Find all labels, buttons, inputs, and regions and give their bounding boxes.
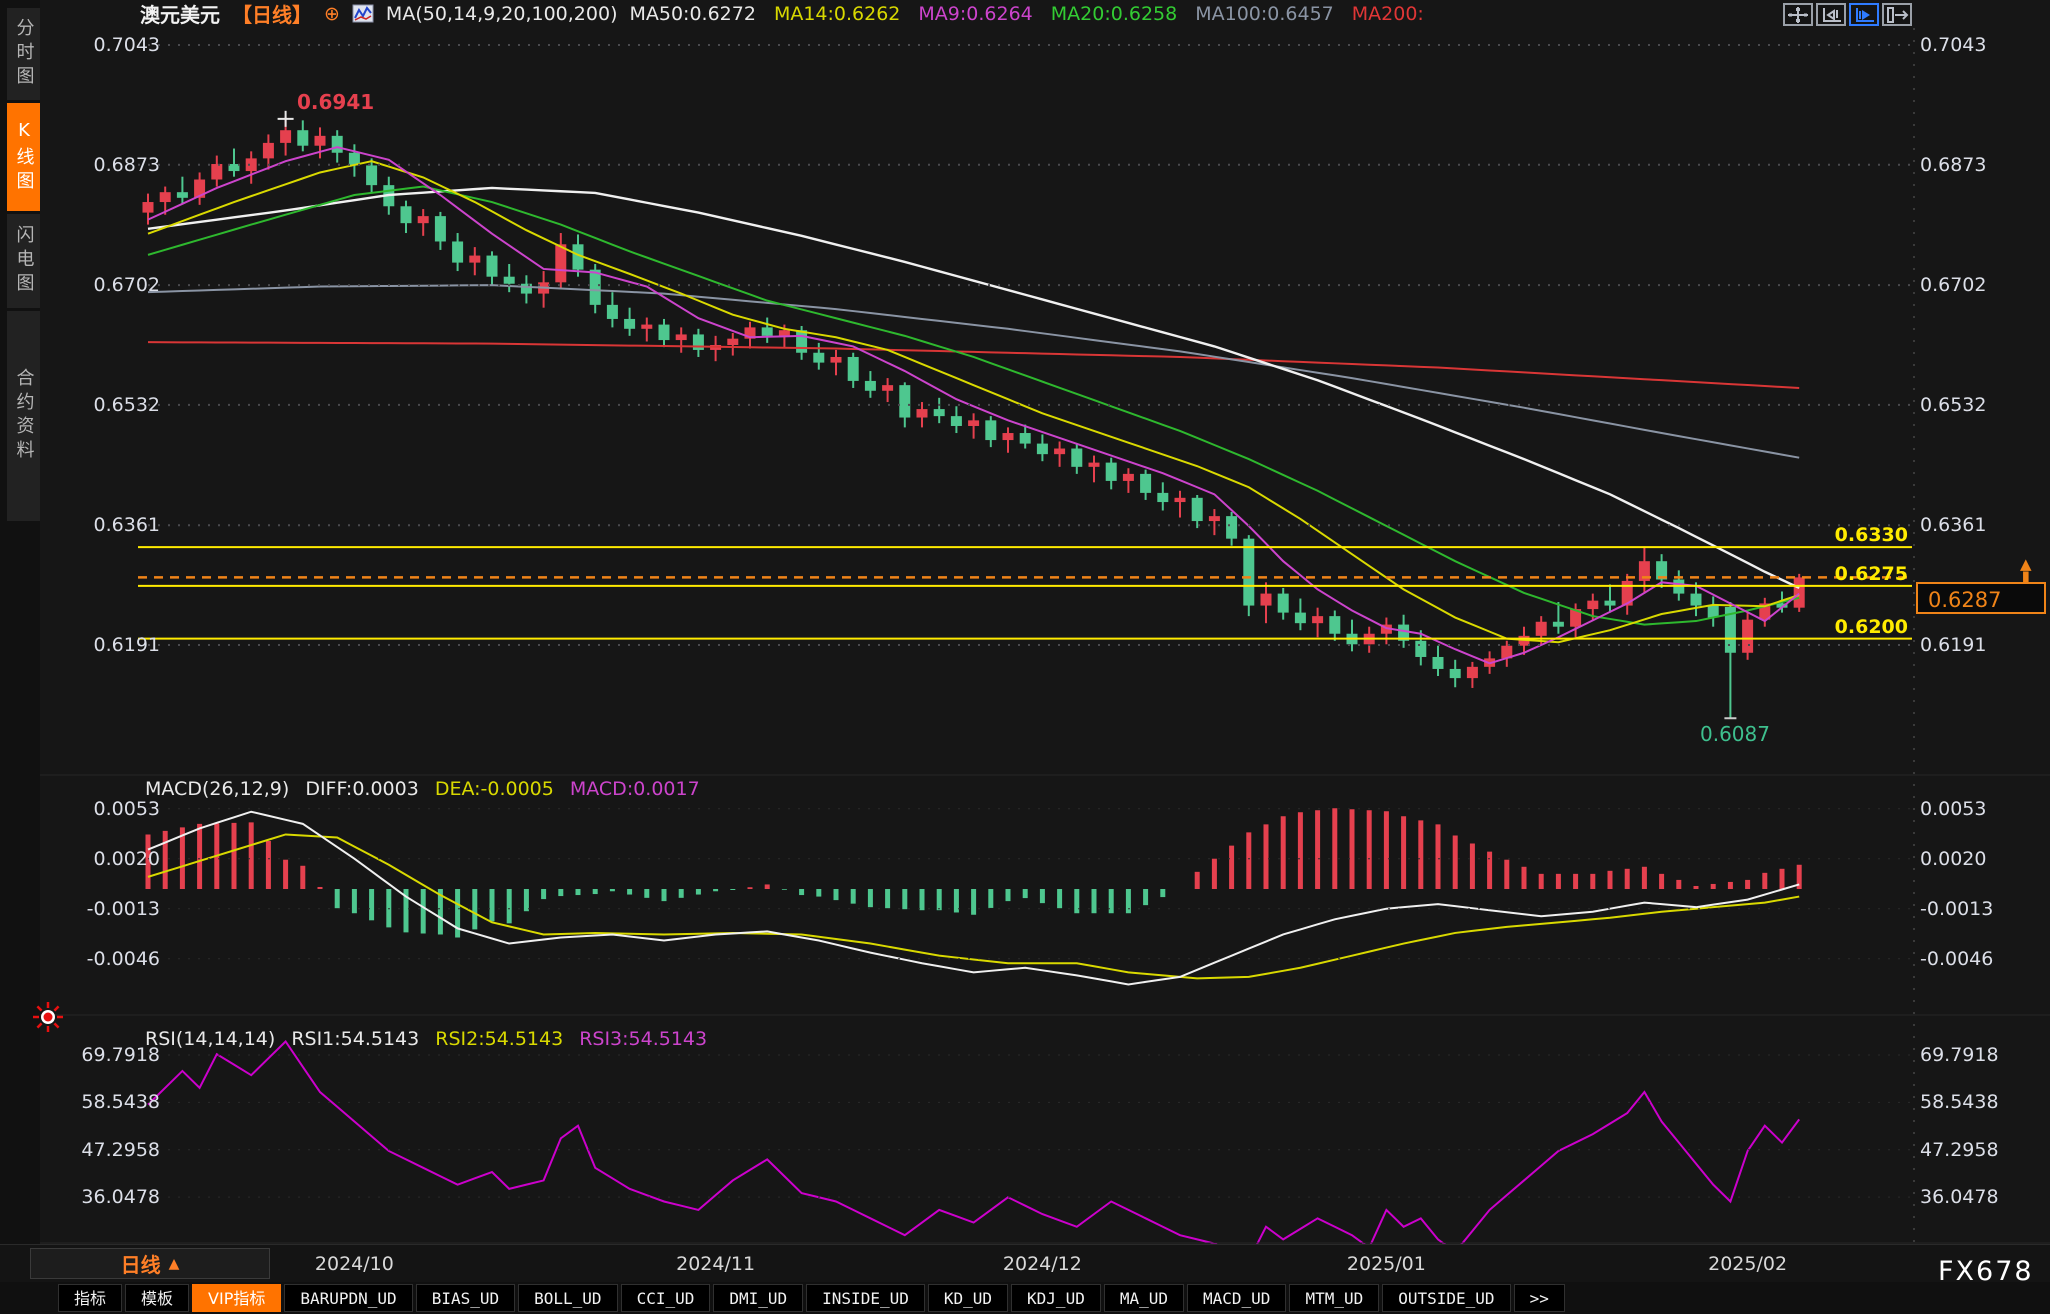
period-selector[interactable]: 日线 ▲ (30, 1248, 270, 1279)
macd-axis-label-right: 0.0020 (1920, 848, 1986, 870)
macd-header: MACD(26,12,9) DIFF:0.0003 DEA:-0.0005 MA… (145, 778, 700, 800)
toolbar-item-11[interactable]: KDJ_UD (1011, 1284, 1101, 1312)
price-axis-label-left: 0.6532 (55, 394, 160, 416)
chart-header: 澳元美元 【日线】 ⊕ MA(50,14,9,20,100,200) MA50:… (140, 0, 1424, 27)
toolbar-item-5[interactable]: BIAS_UD (416, 1284, 515, 1312)
ma-value-1: MA50:0.6272 (629, 3, 755, 25)
date-label: 2024/12 (1003, 1253, 1082, 1275)
date-label: 2025/02 (1708, 1253, 1787, 1275)
macd-axis-label-left: -0.0046 (55, 948, 160, 970)
macd-axis-label-left: 0.0053 (55, 798, 160, 820)
date-label: 2025/01 (1347, 1253, 1426, 1275)
macd-axis-label-left: 0.0020 (55, 848, 160, 870)
sidebar-tab-2[interactable]: K线图 (7, 103, 40, 211)
price-axis-label-right: 0.7043 (1920, 34, 1986, 56)
toolbar-item-4[interactable]: BARUPDN_UD (284, 1284, 412, 1312)
price-axis-label-right: 0.6191 (1920, 634, 1986, 656)
date-label: 2024/10 (315, 1253, 394, 1275)
price-axis-label-left: 0.6361 (55, 514, 160, 536)
rsi2-value: RSI2:54.5143 (435, 1028, 563, 1050)
toolbar-item-9[interactable]: INSIDE_UD (806, 1284, 925, 1312)
ma-value-3: MA9:0.6264 (918, 3, 1032, 25)
low-annotation: 0.6087 (1700, 722, 1770, 746)
level-label: 0.6330 (1760, 524, 1908, 546)
toolbar-item-3[interactable]: VIP指标 (192, 1284, 281, 1312)
macd-axis-label-left: -0.0013 (55, 898, 160, 920)
macd-macd-value: MACD:0.0017 (570, 778, 700, 800)
pan-right-tool-icon[interactable] (1882, 3, 1912, 26)
rsi-axis-label-left: 36.0478 (55, 1186, 160, 1208)
sidebar-tab-1[interactable]: 分时图 (7, 8, 40, 100)
macd-dea-value: DEA:-0.0005 (435, 778, 554, 800)
price-axis-label-left: 0.6873 (55, 154, 160, 176)
macd-axis-label-right: 0.0053 (1920, 798, 1986, 820)
toolbar-item-15[interactable]: OUTSIDE_UD (1382, 1284, 1510, 1312)
toolbar-item-16[interactable]: >> (1514, 1284, 1565, 1312)
high-annotation: 0.6941 (297, 90, 374, 114)
macd-axis-label-right: -0.0013 (1920, 898, 1993, 920)
ma-value-5: MA100:0.6457 (1195, 3, 1334, 25)
toolbar-item-1[interactable]: 指标 (58, 1284, 122, 1312)
level-label: 0.6200 (1760, 616, 1908, 638)
sidebar: 分时图K线图闪电图合约资料 (0, 0, 40, 1244)
rsi-axis-label-right: 58.5438 (1920, 1091, 1999, 1113)
price-axis-label-right: 0.6702 (1920, 274, 1986, 296)
date-axis: 日线 ▲ 2024/10 2024/11 2024/12 2025/01 2025/02 (0, 1244, 2050, 1283)
toolbar-item-8[interactable]: DMI_UD (713, 1284, 803, 1312)
period-label: 日线 (121, 1249, 161, 1278)
rsi-axis-label-left: 47.2958 (55, 1139, 160, 1161)
toolbar-item-2[interactable]: 模板 (125, 1284, 189, 1312)
price-axis-label-left: 0.6191 (55, 634, 160, 656)
price-axis-label-right: 0.6532 (1920, 394, 1986, 416)
fx678-chart-app: 分时图K线图闪电图合约资料 澳元美元 【日线】 ⊕ MA(50,14,9,20,… (0, 0, 2050, 1314)
live-indicator-icon (33, 1002, 63, 1032)
axis-play-tool-icon[interactable] (1849, 3, 1879, 26)
crosshair-tool-icon[interactable] (1783, 3, 1813, 26)
ma-values: MA50:0.6272 MA14:0.6262 MA9:0.6264 MA20:0.6… (629, 3, 1423, 25)
ma-settings-label: MA(50,14,9,20,100,200) (386, 3, 618, 25)
rsi3-value: RSI3:54.5143 (579, 1028, 707, 1050)
level-label: 0.6275 (1760, 563, 1908, 585)
symbol-title: 澳元美元 (140, 0, 220, 28)
triangle-up-icon: ▲ (169, 1256, 180, 1272)
price-axis-label-left: 0.7043 (55, 34, 160, 56)
watermark: FX678 (1938, 1256, 2034, 1287)
price-axis-label-left: 0.6702 (55, 274, 160, 296)
rsi-axis-label-left: 58.5438 (55, 1091, 160, 1113)
chart-canvas[interactable] (0, 0, 2050, 1314)
rsi-axis-label-right: 36.0478 (1920, 1186, 1999, 1208)
indicator-toolbar: 指标模板VIP指标BARUPDN_UDBIAS_UDBOLL_UDCCI_UDD… (0, 1282, 2050, 1314)
ma-value-6: MA200: (1352, 3, 1424, 25)
date-label: 2024/11 (676, 1253, 755, 1275)
toolbar-item-7[interactable]: CCI_UD (621, 1284, 711, 1312)
circle-plus-icon[interactable]: ⊕ (324, 3, 340, 25)
macd-diff-value: DIFF:0.0003 (305, 778, 419, 800)
rsi-axis-label-right: 69.7918 (1920, 1044, 1999, 1066)
toolbar-item-14[interactable]: MTM_UD (1289, 1284, 1379, 1312)
period-tag[interactable]: 【日线】 (232, 0, 312, 28)
mini-chart-icon[interactable] (352, 4, 374, 23)
rsi-header: RSI(14,14,14) RSI1:54.5143 RSI2:54.5143 … (145, 1028, 707, 1050)
toolbar-item-10[interactable]: KD_UD (928, 1284, 1008, 1312)
price-axis-label-right: 0.6873 (1920, 154, 1986, 176)
toolbar-item-13[interactable]: MACD_UD (1187, 1284, 1286, 1312)
sidebar-tab-4[interactable]: 合约资料 (7, 311, 40, 521)
macd-axis-label-right: -0.0046 (1920, 948, 1993, 970)
price-marker-icon: ▲▮ (2020, 558, 2032, 582)
rsi-title: RSI(14,14,14) (145, 1028, 275, 1050)
ma-value-4: MA20:0.6258 (1051, 3, 1177, 25)
sidebar-tab-3[interactable]: 闪电图 (7, 214, 40, 308)
ma-value-2: MA14:0.6262 (774, 3, 900, 25)
toolbar-item-6[interactable]: BOLL_UD (518, 1284, 617, 1312)
rsi-axis-label-right: 47.2958 (1920, 1139, 1999, 1161)
rsi1-value: RSI1:54.5143 (291, 1028, 419, 1050)
axis-left-tool-icon[interactable] (1816, 3, 1846, 26)
toolbar-item-12[interactable]: MA_UD (1104, 1284, 1184, 1312)
macd-title: MACD(26,12,9) (145, 778, 289, 800)
current-price-box: 0.6287 (1916, 582, 2046, 614)
price-axis-label-right: 0.6361 (1920, 514, 1986, 536)
